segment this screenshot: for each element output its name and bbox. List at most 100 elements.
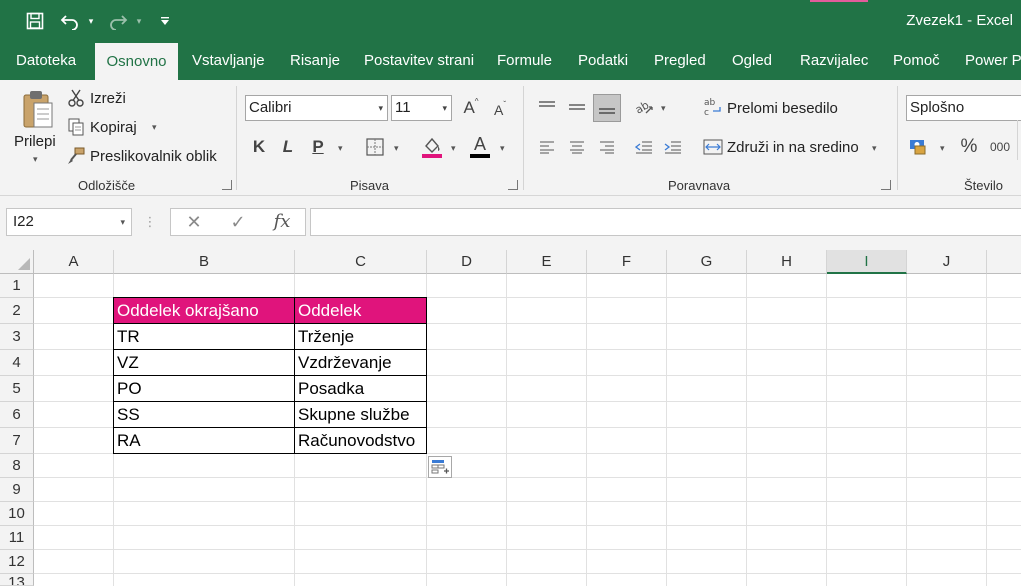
- customize-quick-access-icon[interactable]: [158, 0, 172, 42]
- tab-datoteka[interactable]: Datoteka: [16, 42, 76, 80]
- row-header[interactable]: 8: [0, 454, 34, 478]
- insert-function-button[interactable]: fx: [267, 209, 297, 235]
- borders-dropdown-icon[interactable]: ▾: [394, 143, 399, 154]
- wrap-text-button[interactable]: Prelomi besedilo: [727, 100, 838, 117]
- decrease-indent-icon[interactable]: [633, 136, 655, 158]
- paste-button[interactable]: Prilepi: [14, 133, 56, 150]
- row-header[interactable]: 6: [0, 402, 34, 428]
- table-header-cell[interactable]: Oddelek okrajšano: [114, 298, 295, 324]
- number-format-combo[interactable]: Splošno: [906, 95, 1021, 121]
- table-cell[interactable]: RA: [114, 428, 295, 454]
- thousands-separator-button[interactable]: 000: [988, 136, 1012, 158]
- table-cell[interactable]: Posadka: [295, 376, 427, 402]
- chevron-down-icon[interactable]: ▾: [442, 96, 447, 120]
- merge-center-button[interactable]: Združi in na sredino: [727, 139, 859, 156]
- cut-button[interactable]: Izreži: [90, 90, 126, 107]
- name-box[interactable]: I22 ▾: [6, 208, 132, 236]
- tab-postavitev-strani[interactable]: Postavitev strani: [364, 42, 474, 80]
- paste-icon[interactable]: [18, 88, 58, 132]
- column-header-j[interactable]: J: [907, 250, 987, 274]
- merge-center-icon[interactable]: [703, 136, 723, 158]
- increase-indent-icon[interactable]: [662, 136, 684, 158]
- underline-dropdown-icon[interactable]: ▾: [338, 143, 343, 154]
- row-header[interactable]: 3: [0, 324, 34, 350]
- percent-button[interactable]: %: [957, 134, 981, 160]
- cancel-entry-button[interactable]: ✕: [179, 209, 209, 235]
- accounting-dropdown-icon[interactable]: ▾: [940, 143, 945, 154]
- accounting-format-icon[interactable]: [908, 134, 932, 158]
- copy-icon[interactable]: [66, 117, 86, 137]
- row-header[interactable]: 4: [0, 350, 34, 376]
- italic-button[interactable]: L: [277, 136, 299, 158]
- row-header[interactable]: 2: [0, 298, 34, 324]
- align-right-icon[interactable]: [596, 136, 618, 158]
- redo-dropdown-icon[interactable]: ▾: [132, 0, 146, 42]
- tab-formule[interactable]: Formule: [497, 42, 552, 80]
- row-header[interactable]: 1: [0, 274, 34, 298]
- orientation-dropdown-icon[interactable]: ▾: [661, 103, 666, 114]
- font-name-combo[interactable]: Calibri ▾: [245, 95, 388, 121]
- align-bottom-icon[interactable]: [593, 94, 621, 122]
- fill-color-icon[interactable]: [420, 134, 444, 160]
- shrink-font-icon[interactable]: Aˇ: [489, 99, 511, 121]
- table-cell[interactable]: SS: [114, 402, 295, 428]
- merge-dropdown-icon[interactable]: ▾: [872, 143, 877, 154]
- grow-font-icon[interactable]: A ^: [460, 97, 482, 119]
- table-cell[interactable]: Vzdrževanje: [295, 350, 427, 376]
- tab-razvijalec[interactable]: Razvijalec: [800, 42, 868, 80]
- fill-color-dropdown-icon[interactable]: ▾: [451, 143, 456, 154]
- font-color-dropdown-icon[interactable]: ▾: [500, 143, 505, 154]
- tab-risanje[interactable]: Risanje: [290, 42, 340, 80]
- clipboard-launcher-icon[interactable]: [222, 180, 232, 190]
- column-header-i[interactable]: I: [827, 250, 907, 274]
- row-header[interactable]: 5: [0, 376, 34, 402]
- confirm-entry-button[interactable]: ✓: [223, 209, 253, 235]
- table-cell[interactable]: VZ: [114, 350, 295, 376]
- cut-icon[interactable]: [66, 88, 86, 108]
- table-header-cell[interactable]: Oddelek: [295, 298, 427, 324]
- tab-ogled[interactable]: Ogled: [732, 42, 772, 80]
- format-painter-button[interactable]: Preslikovalnik oblik: [90, 148, 217, 165]
- copy-dropdown-icon[interactable]: ▾: [152, 122, 157, 133]
- save-icon[interactable]: [22, 0, 48, 42]
- column-header-e[interactable]: E: [507, 250, 587, 274]
- column-header-a[interactable]: A: [34, 250, 114, 274]
- undo-dropdown-icon[interactable]: ▾: [84, 0, 98, 42]
- font-color-icon[interactable]: A: [468, 132, 492, 160]
- tab-pregled[interactable]: Pregled: [654, 42, 706, 80]
- column-header-c[interactable]: C: [295, 250, 427, 274]
- table-cell[interactable]: Trženje: [295, 324, 427, 350]
- font-launcher-icon[interactable]: [508, 180, 518, 190]
- format-painter-icon[interactable]: [66, 146, 86, 166]
- row-header[interactable]: 12: [0, 550, 34, 574]
- tab-vstavljanje[interactable]: Vstavljanje: [192, 42, 265, 80]
- column-header-d[interactable]: D: [427, 250, 507, 274]
- tab-pomoc[interactable]: Pomoč: [893, 42, 940, 80]
- redo-icon[interactable]: [106, 0, 130, 42]
- tab-podatki[interactable]: Podatki: [578, 42, 628, 80]
- tab-osnovno[interactable]: Osnovno: [95, 43, 178, 81]
- undo-icon[interactable]: [58, 0, 82, 42]
- font-size-combo[interactable]: 11 ▾: [391, 95, 452, 121]
- align-top-icon[interactable]: [536, 96, 558, 118]
- column-header-g[interactable]: G: [667, 250, 747, 274]
- table-cell[interactable]: Skupne službe: [295, 402, 427, 428]
- underline-button[interactable]: P: [307, 136, 329, 158]
- paste-dropdown-icon[interactable]: ▾: [33, 154, 38, 165]
- alignment-launcher-icon[interactable]: [881, 180, 891, 190]
- column-header-h[interactable]: H: [747, 250, 827, 274]
- chevron-down-icon[interactable]: ▾: [378, 96, 383, 120]
- formula-bar-grip-icon[interactable]: ⋮: [144, 214, 157, 230]
- row-header[interactable]: 13: [0, 574, 34, 586]
- row-header[interactable]: 7: [0, 428, 34, 454]
- quick-analysis-button[interactable]: [428, 456, 452, 478]
- table-cell[interactable]: TR: [114, 324, 295, 350]
- table-cell[interactable]: Računovodstvo: [295, 428, 427, 454]
- orientation-icon[interactable]: ab: [633, 96, 655, 118]
- column-header-f[interactable]: F: [587, 250, 667, 274]
- column-header-k[interactable]: [987, 250, 1021, 274]
- column-header-b[interactable]: B: [114, 250, 295, 274]
- copy-button[interactable]: Kopiraj: [90, 119, 137, 136]
- table-cell[interactable]: PO: [114, 376, 295, 402]
- align-center-icon[interactable]: [566, 136, 588, 158]
